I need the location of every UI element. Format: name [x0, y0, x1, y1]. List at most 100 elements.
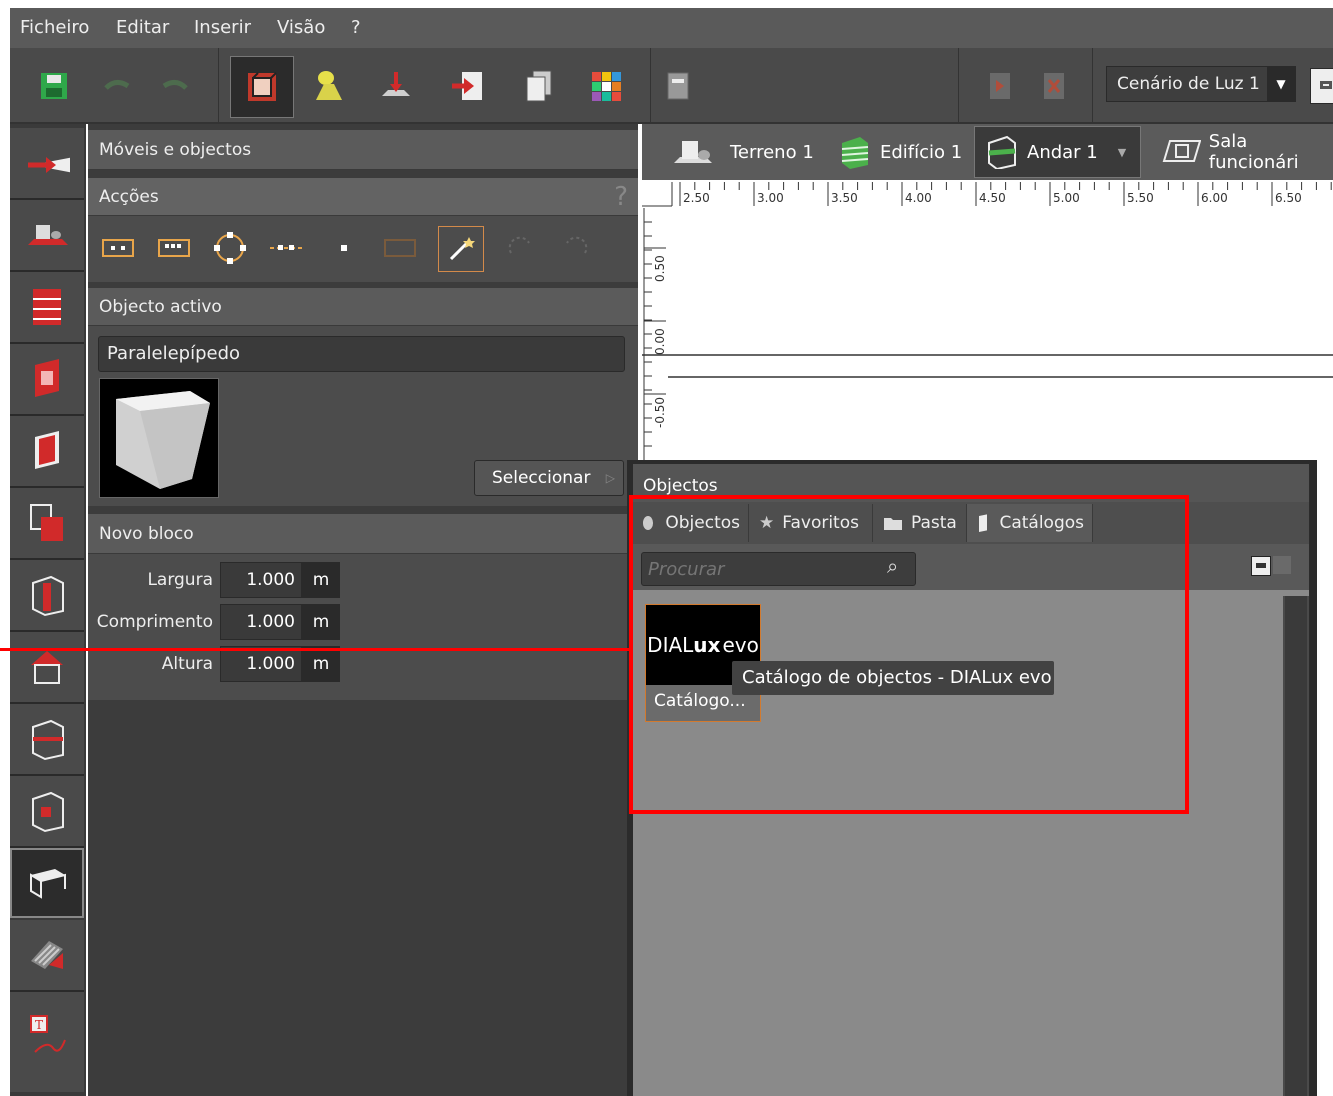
cancel-calculation-button[interactable] [1026, 58, 1082, 114]
redo-icon [162, 80, 188, 90]
menu-bar: Ficheiro Editar Inserir Visão ? [10, 8, 1333, 49]
rotate-right-button[interactable] [554, 226, 598, 270]
catalog-scrollbar[interactable] [1283, 596, 1309, 1096]
scene-options-button[interactable] [1310, 68, 1333, 104]
placement-disabled-button[interactable] [378, 226, 422, 270]
documentation-button[interactable] [510, 58, 566, 114]
search-icon[interactable]: ⌕ [887, 554, 898, 578]
redo-button[interactable] [148, 58, 204, 114]
sidebar-item-furniture[interactable] [10, 848, 84, 918]
select-button[interactable]: Seleccionar ▷ [474, 460, 624, 496]
light-mode-button[interactable] [302, 58, 358, 114]
sidebar-item-terrain[interactable] [10, 200, 84, 272]
svg-text:T: T [35, 1018, 43, 1032]
ruler-tick-label: 6.50 [1275, 191, 1302, 205]
place-arrangement-button[interactable] [152, 226, 196, 270]
tab-catalogs[interactable]: Catálogos [967, 504, 1093, 542]
rotate-icon [508, 236, 530, 254]
terrain-icon [674, 141, 712, 163]
width-label: Largura [147, 570, 213, 590]
scrollbar-thumb[interactable] [1285, 596, 1307, 1096]
tab-room[interactable]: Sala funcionári [1160, 130, 1333, 174]
sidebar-item-text[interactable]: T [10, 992, 84, 1092]
tab-terrain[interactable]: Terreno 1 [672, 130, 814, 174]
ruler-svg: 2.50 3.00 3.50 4.00 4.50 5.00 5.50 6.00 6.50 [642, 182, 1332, 207]
rotate-icon [566, 236, 588, 254]
list-view-icon[interactable] [1273, 556, 1291, 574]
tab-floor-label: Andar 1 [1027, 141, 1098, 163]
single-placement-button[interactable] [322, 226, 366, 270]
sidebar-item-columns[interactable] [10, 560, 84, 632]
menu-insert[interactable]: Inserir [194, 17, 251, 38]
width-input[interactable]: 1.000 [220, 562, 302, 598]
rotate-left-button[interactable] [498, 226, 542, 270]
length-input[interactable]: 1.000 [220, 604, 302, 640]
ruler-tick-label: 5.00 [1053, 191, 1080, 205]
floor-icon [988, 135, 1016, 169]
results-grid-icon [592, 72, 621, 101]
annotation-connector-line [0, 648, 629, 651]
menu-file[interactable]: Ficheiro [20, 17, 89, 38]
sidebar-item-roof[interactable] [10, 632, 84, 704]
sidebar-item-import[interactable] [10, 128, 84, 200]
ruler-tick-label: 3.00 [757, 191, 784, 205]
magic-wand-button[interactable] [438, 226, 484, 272]
start-calculation-button[interactable] [972, 58, 1028, 114]
chevron-right-icon: ▷ [605, 471, 615, 485]
cube-icon [116, 391, 210, 489]
sidebar-item-cutouts[interactable] [10, 488, 84, 560]
sidebar-item-floor[interactable] [10, 344, 84, 416]
export-icon [452, 72, 482, 100]
save-button[interactable] [26, 58, 82, 114]
construction-mode-button[interactable] [230, 56, 294, 118]
length-label: Comprimento [96, 612, 213, 632]
tab-objects[interactable]: Objectos [633, 504, 749, 542]
materials-icon [31, 941, 63, 969]
tab-floor[interactable]: Andar 1 ▼ [974, 126, 1142, 178]
place-object-button[interactable] [96, 226, 140, 270]
height-unit: m [302, 646, 340, 682]
export-button[interactable] [440, 58, 496, 114]
sidebar-item-building[interactable] [10, 272, 84, 344]
results-button[interactable] [578, 58, 634, 114]
magic-wand-icon [449, 237, 475, 261]
report-icon [667, 72, 689, 100]
undo-button[interactable] [88, 58, 144, 114]
plan-viewport[interactable]: 0.50 0.00 -0.50 [642, 208, 1333, 460]
menu-view[interactable]: Visão [277, 17, 325, 38]
circle-arrangement-button[interactable] [208, 226, 252, 270]
documents-icon [526, 70, 552, 102]
ruler-tick-label: 5.50 [1127, 191, 1154, 205]
light-scene-select[interactable]: Cenário de Luz 1 ▼ [1106, 66, 1296, 102]
height-input[interactable]: 1.000 [220, 646, 302, 682]
chevron-down-icon[interactable]: ▼ [1118, 146, 1126, 159]
width-unit: m [302, 562, 340, 598]
ruler-tick-label: -0.50 [653, 397, 667, 428]
tab-favorites[interactable]: ★ Favoritos [749, 504, 873, 542]
calc-plane-icon [382, 72, 410, 96]
calculation-objects-button[interactable] [368, 58, 424, 114]
ruler-tick-label: 6.00 [1201, 191, 1228, 205]
help-icon[interactable]: ? [614, 178, 628, 216]
tab-building[interactable]: Edifício 1 [838, 130, 962, 174]
undo-icon [104, 80, 130, 90]
sidebar-item-ceilings[interactable] [10, 704, 84, 776]
sphere-icon [643, 516, 654, 530]
menu-help[interactable]: ? [351, 17, 361, 38]
folder-icon [884, 518, 902, 530]
logo-text-dial: DIAL [647, 633, 694, 657]
search-input[interactable] [641, 552, 916, 586]
grid-view-icon[interactable] [1251, 556, 1271, 576]
panel-title: Móveis e objectos [88, 130, 638, 170]
sidebar-item-materials[interactable] [10, 920, 84, 992]
active-object-name-field[interactable]: Paralelepípedo [98, 336, 625, 372]
terrain-icon [28, 225, 68, 245]
new-block-header: Novo bloco [88, 514, 638, 554]
sidebar-item-openings[interactable] [10, 416, 84, 488]
line-arrangement-button[interactable] [264, 226, 308, 270]
menu-edit[interactable]: Editar [116, 17, 169, 38]
objects-panel: Objectos Objectos ★ Favoritos Pasta Catá… [627, 460, 1317, 1096]
tab-folder[interactable]: Pasta [873, 504, 967, 542]
report-button[interactable] [650, 58, 706, 114]
sidebar-item-niches[interactable] [10, 776, 84, 848]
